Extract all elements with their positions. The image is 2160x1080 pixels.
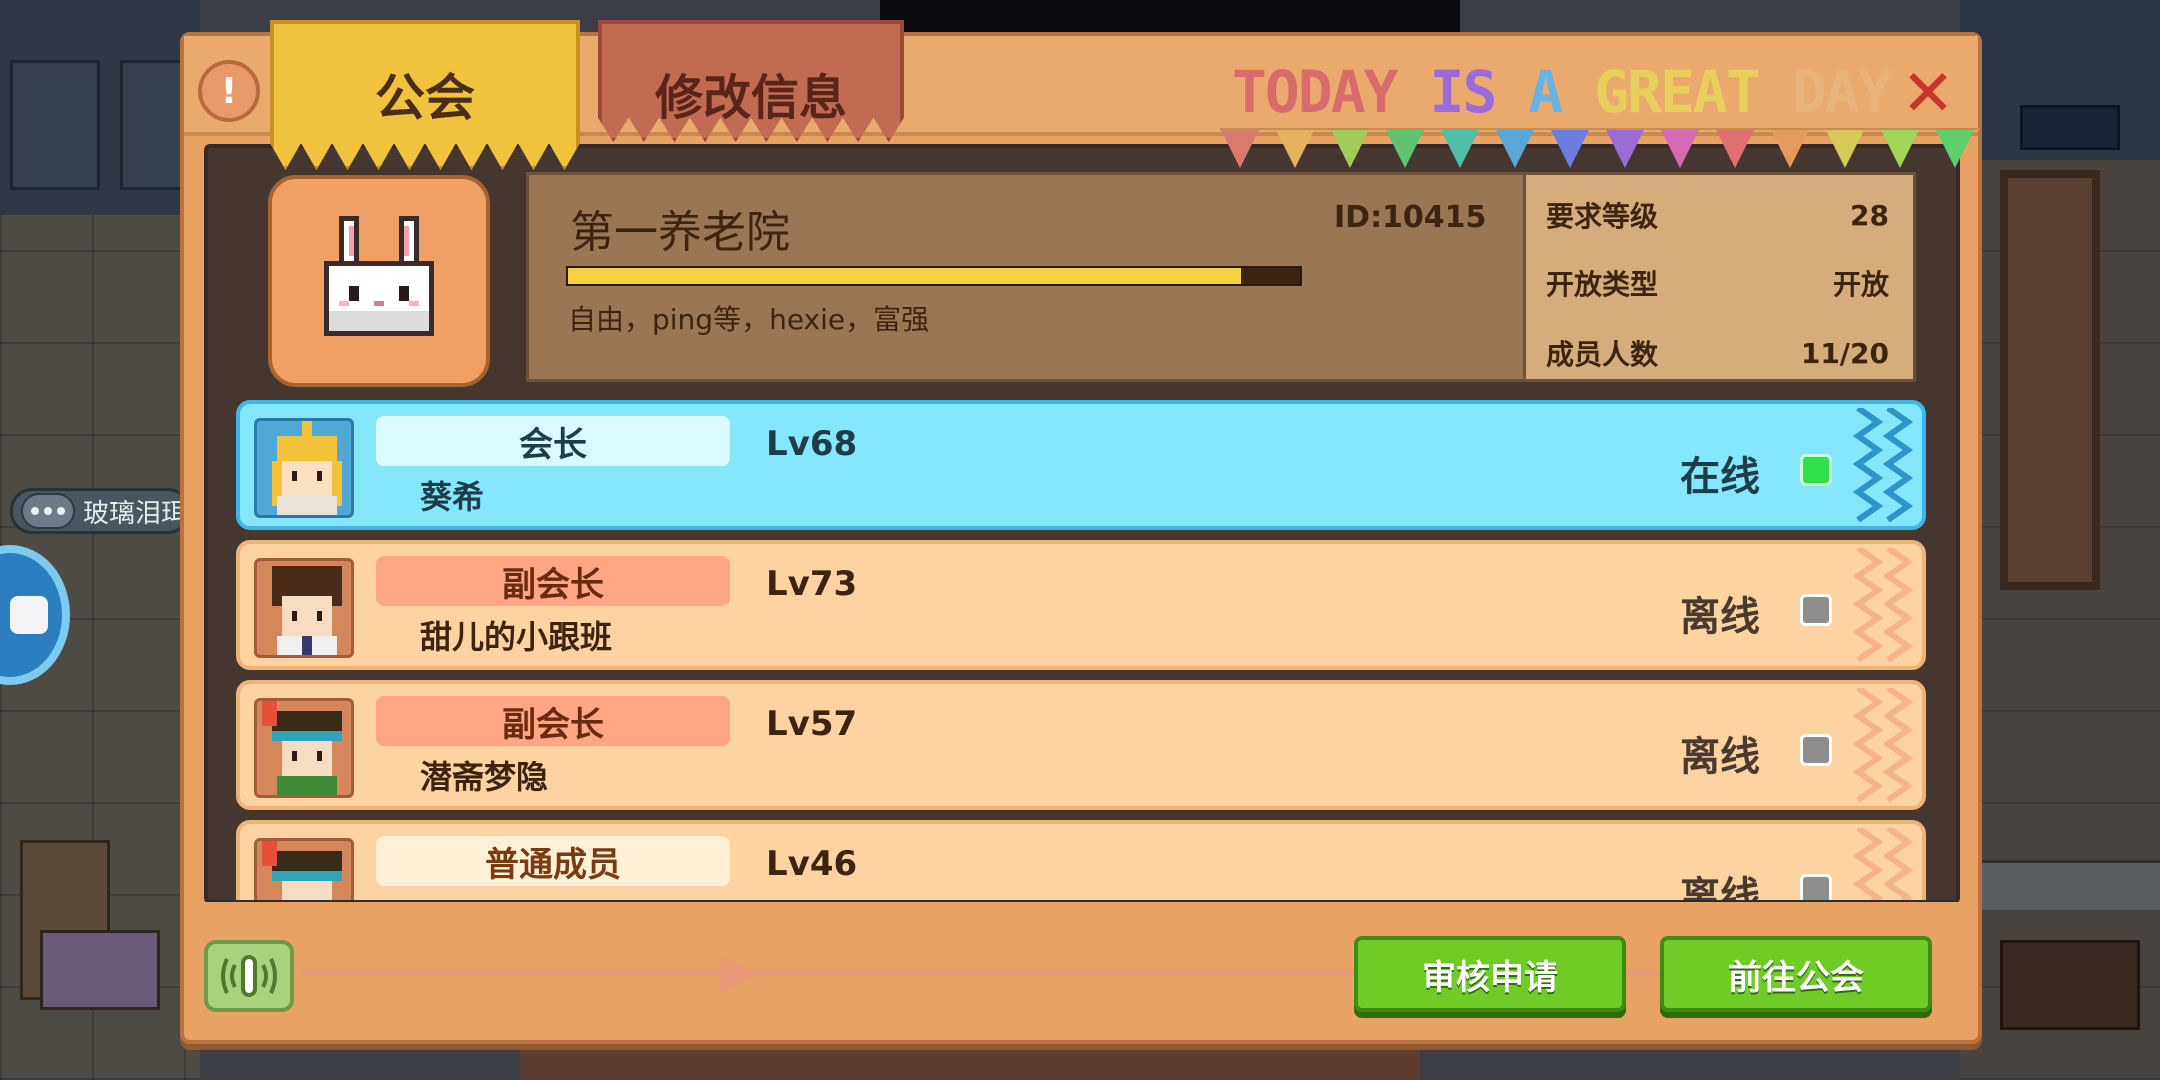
white-rabbit-icon [324, 216, 434, 336]
stat-label: 开放类型 [1546, 268, 1659, 301]
chat-icon [21, 493, 75, 529]
background-door [2000, 170, 2100, 590]
member-avatar [254, 418, 354, 518]
banner-word: TODAY [1232, 58, 1399, 126]
chat-preview-bubble[interactable]: 玻璃泪珥 [10, 488, 190, 534]
guild-name: 第一养老院 [570, 207, 790, 258]
tab-edit-info-label: 修改信息 [654, 70, 847, 126]
guild-stats: 要求等级 28 开放类型 开放 成员人数 11/20 [1526, 172, 1916, 382]
background-right-room [1960, 0, 2160, 1080]
guild-exp-bar-fill [568, 268, 1242, 284]
member-avatar [254, 558, 354, 658]
member-role-badge: 普通成员 [376, 836, 730, 886]
row-zigzag-decoration [1852, 408, 1914, 522]
banner-word: IS [1429, 58, 1498, 126]
member-list[interactable]: 会长 葵希 Lv68 在线 副会长 甜儿的小跟班 Lv73 离线 副会长 潜斋梦… [236, 400, 1926, 900]
background-top [880, 0, 1460, 32]
stat-member-count: 成员人数 11/20 [1546, 333, 1889, 373]
stat-value: 开放 [1832, 268, 1889, 301]
member-level: Lv73 [766, 564, 858, 604]
arrow-right-icon [720, 956, 760, 992]
info-icon[interactable]: ! [198, 60, 260, 122]
member-role-badge: 副会长 [376, 556, 730, 606]
close-icon[interactable]: ✕ [1898, 62, 1958, 126]
review-applications-button[interactable]: 审核申请 [1354, 936, 1626, 1012]
background-chest [2000, 940, 2140, 1030]
gamepad-icon [10, 596, 48, 634]
member-level: Lv68 [766, 424, 858, 464]
member-avatar [254, 838, 354, 900]
tab-guild-label: 公会 [375, 69, 475, 127]
voice-icon [221, 955, 277, 997]
ranger-avatar-icon [262, 701, 342, 795]
offline-indicator [1800, 734, 1832, 766]
go-to-guild-button[interactable]: 前往公会 [1660, 936, 1932, 1012]
member-avatar [254, 698, 354, 798]
online-indicator [1800, 454, 1832, 486]
member-row[interactable]: 副会长 甜儿的小跟班 Lv73 离线 [236, 540, 1926, 670]
background-floor [520, 1040, 1420, 1080]
member-level: Lv57 [766, 704, 858, 744]
member-name: 甜儿的小跟班 [420, 618, 613, 656]
bunting-flags [1220, 128, 1980, 178]
member-role-badge: 会长 [376, 416, 730, 466]
row-zigzag-decoration [1852, 688, 1914, 802]
hero-avatar-icon [272, 566, 342, 655]
guild-exp-bar [566, 266, 1302, 286]
stat-label: 要求等级 [1546, 200, 1659, 233]
stat-label: 成员人数 [1546, 338, 1659, 371]
member-status: 离线 [1680, 734, 1760, 780]
knight-avatar-icon [272, 421, 342, 515]
member-name: 潜斋梦隐 [420, 758, 549, 796]
stat-open-type: 开放类型 开放 [1546, 263, 1889, 303]
background-left-room [0, 0, 200, 1080]
offline-indicator [1800, 594, 1832, 626]
member-row[interactable]: 普通成员 Lv46 离线 [236, 820, 1926, 900]
member-role-badge: 副会长 [376, 696, 730, 746]
warrior-avatar-icon [262, 841, 342, 900]
guild-id: ID:10415 [1334, 200, 1487, 235]
member-level: Lv46 [766, 844, 858, 884]
chat-preview-text: 玻璃泪珥 [82, 498, 187, 529]
footer-divider [300, 970, 1860, 976]
member-name: 葵希 [420, 478, 485, 516]
background-crate [40, 930, 160, 1010]
member-status: 在线 [1680, 454, 1760, 500]
offline-indicator [1800, 874, 1832, 900]
member-status: 离线 [1680, 874, 1760, 900]
guild-avatar[interactable] [268, 175, 490, 387]
stat-required-level: 要求等级 28 [1546, 195, 1889, 235]
today-banner: TODAY IS A GREAT DAY [1232, 58, 1892, 128]
banner-word: DAY [1791, 58, 1893, 126]
row-zigzag-decoration [1852, 548, 1914, 662]
background-spikes [1960, 860, 2160, 910]
member-status: 离线 [1680, 594, 1760, 640]
background-locker [10, 60, 100, 190]
guild-description: 自由，ping等，hexie，富强 [568, 303, 930, 336]
member-row[interactable]: 会长 葵希 Lv68 在线 [236, 400, 1926, 530]
banner-word: GREAT [1594, 58, 1761, 126]
banner-word: A [1528, 58, 1563, 126]
member-row[interactable]: 副会长 潜斋梦隐 Lv57 离线 [236, 680, 1926, 810]
stat-value: 28 [1850, 198, 1889, 232]
row-zigzag-decoration [1852, 828, 1914, 900]
stat-value: 11/20 [1800, 336, 1889, 370]
voice-button[interactable] [204, 940, 294, 1012]
background-window [2020, 105, 2120, 150]
